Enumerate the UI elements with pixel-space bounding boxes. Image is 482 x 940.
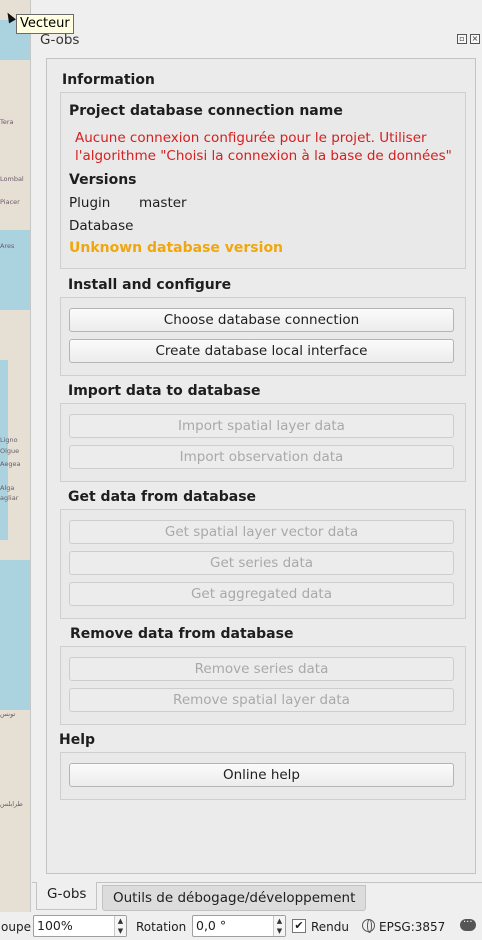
map-label: Lombal: [0, 175, 24, 183]
help-group: Online help: [60, 752, 466, 800]
plugin-version: master: [139, 195, 187, 211]
install-title: Install and configure: [68, 277, 232, 293]
import-spatial-layer-button[interactable]: Import spatial layer data: [69, 414, 454, 438]
map-canvas[interactable]: Tera Lombal Piacer Ares Ligno Olgue Aege…: [0, 0, 31, 912]
spinbox-arrows-icon[interactable]: ▲ ▼: [114, 916, 126, 936]
map-label: Tera: [0, 118, 14, 126]
create-local-interface-button[interactable]: Create database local interface: [69, 339, 454, 363]
get-aggregated-button[interactable]: Get aggregated data: [69, 582, 454, 606]
get-title: Get data from database: [68, 489, 257, 505]
render-checkbox[interactable]: ✔: [292, 919, 306, 933]
get-spatial-layer-button[interactable]: Get spatial layer vector data: [69, 520, 454, 544]
spinbox-arrows-icon[interactable]: ▲ ▼: [273, 916, 285, 936]
rotation-spinbox[interactable]: 0,0 ° ▲ ▼: [192, 915, 286, 937]
map-label: Piacer: [0, 198, 20, 206]
render-label: Rendu: [311, 920, 350, 934]
remove-series-button[interactable]: Remove series data: [69, 657, 454, 681]
messages-icon[interactable]: [460, 914, 476, 931]
remove-spatial-layer-button[interactable]: Remove spatial layer data: [69, 688, 454, 712]
information-group: Project database connection name Aucune …: [60, 92, 466, 269]
globe-icon[interactable]: [362, 919, 375, 933]
tab-debug-development[interactable]: Outils de débogage/développement: [102, 885, 367, 911]
dock-title: G-obs: [40, 32, 80, 48]
map-label: agliar: [0, 494, 19, 502]
import-observation-button[interactable]: Import observation data: [69, 445, 454, 469]
get-series-button[interactable]: Get series data: [69, 551, 454, 575]
connection-error: Aucune connexion configurée pour le proj…: [75, 130, 452, 164]
map-label: Alga: [0, 484, 15, 492]
online-help-button[interactable]: Online help: [69, 763, 454, 787]
import-title: Import data to database: [68, 383, 261, 399]
dock-content: Information Project database connection …: [46, 58, 476, 874]
rotation-value: 0,0 °: [196, 918, 227, 933]
help-title: Help: [59, 732, 96, 748]
map-label: Olgue: [0, 447, 20, 455]
float-icon[interactable]: ▫: [457, 34, 467, 44]
get-group: Get spatial layer vector data Get series…: [60, 509, 466, 619]
dock-tab-bar: G-obs Outils de débogage/développement: [32, 882, 482, 912]
database-version-warning: Unknown database version: [69, 240, 284, 256]
map-label: تونس: [0, 710, 16, 718]
magnifier-label: oupe: [1, 920, 31, 934]
tooltip: Vecteur: [16, 14, 74, 34]
import-group: Import spatial layer data Import observa…: [60, 403, 466, 482]
versions-title: Versions: [69, 172, 137, 188]
gobs-dock-panel: G-obs ▫ × Information Project database c…: [32, 30, 482, 882]
choose-database-connection-button[interactable]: Choose database connection: [69, 308, 454, 332]
map-label: Ligno: [0, 436, 18, 444]
status-bar: oupe 100% ▲ ▼ Rotation 0,0 ° ▲ ▼ ✔ Rendu E…: [0, 912, 482, 940]
map-label: طرابلس: [0, 800, 23, 808]
crs-label[interactable]: EPSG:3857: [379, 920, 445, 934]
close-icon[interactable]: ×: [470, 34, 480, 44]
remove-title: Remove data from database: [70, 626, 294, 642]
remove-group: Remove series data Remove spatial layer …: [60, 646, 466, 725]
map-label: Ares: [0, 242, 15, 250]
database-label: Database: [69, 218, 134, 234]
rotation-label: Rotation: [136, 920, 187, 934]
install-group: Choose database connection Create databa…: [60, 297, 466, 376]
information-title: Information: [62, 72, 155, 88]
magnifier-spinbox[interactable]: 100% ▲ ▼: [33, 915, 127, 937]
plugin-label: Plugin: [69, 195, 111, 211]
magnifier-value: 100%: [37, 918, 73, 933]
tab-gobs[interactable]: G-obs: [36, 882, 98, 910]
map-label: Aegea: [0, 460, 21, 468]
connection-title: Project database connection name: [69, 103, 343, 119]
